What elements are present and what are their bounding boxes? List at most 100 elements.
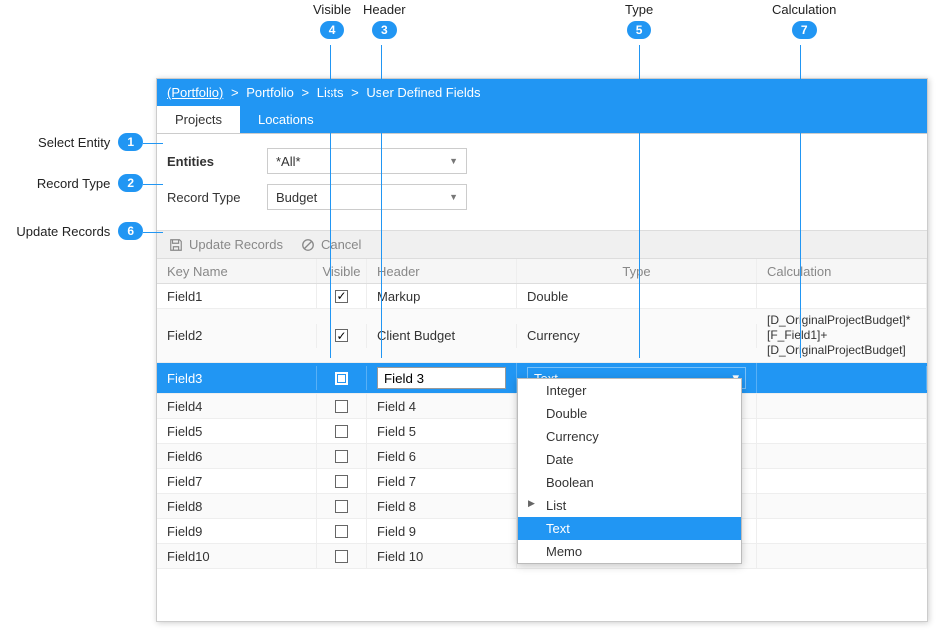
visible-checkbox[interactable] xyxy=(335,450,348,463)
visible-checkbox[interactable] xyxy=(335,400,348,413)
callout-badge: 2 xyxy=(118,174,143,192)
cell-header[interactable]: Field 9 xyxy=(367,519,517,543)
visible-checkbox[interactable] xyxy=(335,329,348,342)
table-row[interactable]: Field1 MarkupDouble xyxy=(157,284,927,309)
visible-checkbox[interactable] xyxy=(335,425,348,438)
cell-header[interactable]: Field 4 xyxy=(367,394,517,418)
dropdown-item-label: Double xyxy=(546,406,587,421)
cell-keyname: Field2 xyxy=(157,324,317,348)
entities-label: Entities xyxy=(167,154,267,169)
dropdown-item[interactable]: Integer xyxy=(518,379,741,402)
dropdown-item[interactable]: Currency xyxy=(518,425,741,448)
cell-visible[interactable] xyxy=(317,324,367,348)
cancel-button[interactable]: Cancel xyxy=(301,237,361,252)
dropdown-item[interactable]: Boolean xyxy=(518,471,741,494)
dropdown-item-label: Date xyxy=(546,452,573,467)
cell-calculation[interactable] xyxy=(757,366,927,390)
callout-type: Type 5 xyxy=(625,2,653,39)
dropdown-item[interactable]: Double xyxy=(518,402,741,425)
cell-visible[interactable] xyxy=(317,394,367,418)
cell-calculation[interactable] xyxy=(757,284,927,308)
callout-label: Select Entity xyxy=(38,135,110,150)
entities-value: *All* xyxy=(276,154,301,169)
breadcrumb-sep: > xyxy=(227,85,243,100)
table-row[interactable]: Field2 Client BudgetCurrency[D_OriginalPr… xyxy=(157,309,927,363)
cell-keyname: Field5 xyxy=(157,419,317,443)
cell-visible[interactable] xyxy=(317,494,367,518)
cell-visible[interactable] xyxy=(317,444,367,468)
cell-visible[interactable] xyxy=(317,366,367,390)
update-records-button[interactable]: Update Records xyxy=(169,237,283,252)
cell-visible[interactable] xyxy=(317,544,367,568)
type-dropdown[interactable]: Integer Double Currency Date Boolean▶List Tex… xyxy=(517,378,742,564)
cell-keyname: Field8 xyxy=(157,494,317,518)
cell-keyname: Field1 xyxy=(157,284,317,308)
cell-header[interactable] xyxy=(367,363,517,393)
callout-update-records: Update Records 6 xyxy=(8,222,143,240)
entities-select[interactable]: *All* ▼ xyxy=(267,148,467,174)
visible-checkbox[interactable] xyxy=(335,290,348,303)
cancel-icon xyxy=(301,238,315,252)
callout-label: Header xyxy=(363,2,406,17)
visible-checkbox[interactable] xyxy=(335,525,348,538)
row-recordtype: Record Type Budget ▼ xyxy=(167,184,917,210)
dropdown-item[interactable]: ▶List xyxy=(518,494,741,517)
dropdown-item[interactable]: Text xyxy=(518,517,741,540)
cell-header[interactable]: Client Budget xyxy=(367,324,517,348)
cell-calculation[interactable] xyxy=(757,494,927,518)
cell-visible[interactable] xyxy=(317,469,367,493)
callout-label: Update Records xyxy=(16,224,110,239)
cell-header[interactable]: Field 7 xyxy=(367,469,517,493)
header-input[interactable] xyxy=(377,367,506,389)
dropdown-item-label: Text xyxy=(546,521,570,536)
cell-calculation[interactable] xyxy=(757,419,927,443)
cell-header[interactable]: Markup xyxy=(367,284,517,308)
cell-type[interactable]: Currency xyxy=(517,324,757,348)
col-type[interactable]: Type xyxy=(517,259,757,283)
cell-calculation[interactable]: [D_OriginalProjectBudget]*[F_Field1]+[D_… xyxy=(757,309,927,362)
breadcrumb: (Portfolio) > Portfolio > Lists > User D… xyxy=(157,79,927,106)
breadcrumb-item: User Defined Fields xyxy=(366,85,480,100)
breadcrumb-root[interactable]: (Portfolio) xyxy=(167,85,223,100)
cell-calculation[interactable] xyxy=(757,544,927,568)
callout-badge: 4 xyxy=(320,21,345,39)
cell-keyname: Field7 xyxy=(157,469,317,493)
cell-keyname: Field6 xyxy=(157,444,317,468)
tab-locations[interactable]: Locations xyxy=(240,106,332,133)
expand-icon: ▶ xyxy=(528,498,535,509)
visible-checkbox[interactable] xyxy=(335,500,348,513)
cell-calculation[interactable] xyxy=(757,444,927,468)
cell-visible[interactable] xyxy=(317,519,367,543)
cell-header[interactable]: Field 6 xyxy=(367,444,517,468)
callout-badge: 7 xyxy=(792,21,817,39)
grid-header: Key Name Visible Header Type Calculation xyxy=(157,259,927,284)
breadcrumb-item[interactable]: Portfolio xyxy=(246,85,294,100)
cell-calculation[interactable] xyxy=(757,469,927,493)
cell-calculation[interactable] xyxy=(757,519,927,543)
cell-header[interactable]: Field 8 xyxy=(367,494,517,518)
cell-calculation[interactable] xyxy=(757,394,927,418)
col-calculation[interactable]: Calculation xyxy=(757,259,927,283)
visible-checkbox[interactable] xyxy=(335,550,348,563)
recordtype-select[interactable]: Budget ▼ xyxy=(267,184,467,210)
visible-checkbox[interactable] xyxy=(335,475,348,488)
dropdown-item-label: Integer xyxy=(546,383,586,398)
callout-visible: Visible 4 xyxy=(313,2,351,39)
col-keyname[interactable]: Key Name xyxy=(157,259,317,283)
cell-header[interactable]: Field 10 xyxy=(367,544,517,568)
col-visible[interactable]: Visible xyxy=(317,259,367,283)
dropdown-item[interactable]: Date xyxy=(518,448,741,471)
cell-type[interactable]: Double xyxy=(517,284,757,308)
save-icon xyxy=(169,238,183,252)
callout-calculation: Calculation 7 xyxy=(772,2,836,39)
chevron-down-icon: ▼ xyxy=(449,192,458,202)
dropdown-item[interactable]: Memo xyxy=(518,540,741,563)
visible-checkbox[interactable] xyxy=(335,372,348,385)
cell-visible[interactable] xyxy=(317,419,367,443)
tab-projects[interactable]: Projects xyxy=(157,106,240,133)
dropdown-item-label: Memo xyxy=(546,544,582,559)
cancel-label: Cancel xyxy=(321,237,361,252)
cell-header[interactable]: Field 5 xyxy=(367,419,517,443)
cell-visible[interactable] xyxy=(317,284,367,308)
col-header[interactable]: Header xyxy=(367,259,517,283)
